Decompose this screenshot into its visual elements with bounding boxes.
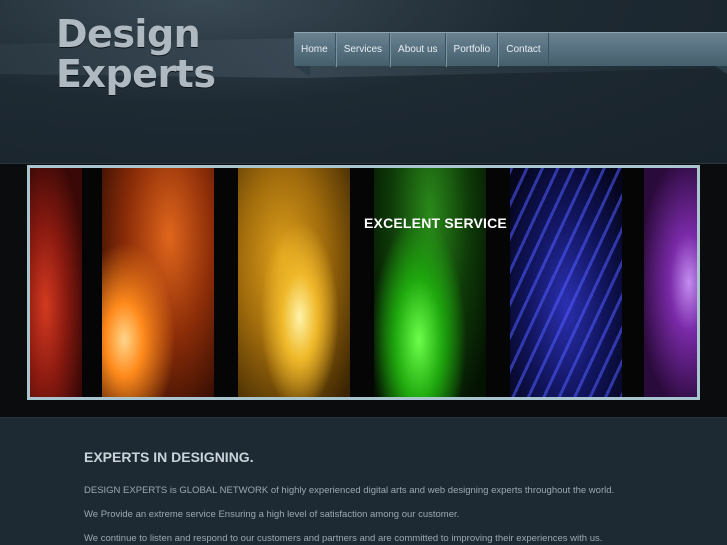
logo-line-2: Experts [56, 52, 216, 96]
nav-item-services[interactable]: Services [335, 32, 391, 67]
banner-panel-blue [510, 168, 622, 397]
banner-title: EXCELENT SERVICE [364, 215, 507, 231]
nav-item-contact[interactable]: Contact [498, 32, 549, 67]
site-logo[interactable]: Design Experts [56, 12, 216, 96]
content-heading: EXPERTS IN DESIGNING. [84, 449, 254, 465]
main-nav: Home Services About us Portfolio Contact [294, 32, 727, 67]
banner-panel-purple [644, 168, 697, 397]
banner-image: EXCELENT SERVICE [27, 165, 700, 400]
nav-item-about-us[interactable]: About us [390, 32, 446, 67]
content-paragraph: DESIGN EXPERTS is GLOBAL NETWORK of high… [84, 485, 615, 496]
banner-panel-green [374, 168, 486, 397]
content-section [0, 418, 727, 545]
logo-line-1: Design [56, 12, 201, 56]
content-paragraph: We Provide an extreme service Ensuring a… [84, 509, 460, 520]
banner-panel-orange [102, 168, 214, 397]
content-paragraph: We continue to listen and respond to our… [84, 533, 603, 544]
nav-item-home[interactable]: Home [294, 32, 336, 67]
banner-panel-gold [238, 168, 350, 397]
nav-item-portfolio[interactable]: Portfolio [445, 32, 499, 67]
banner-panel-red [30, 168, 82, 397]
